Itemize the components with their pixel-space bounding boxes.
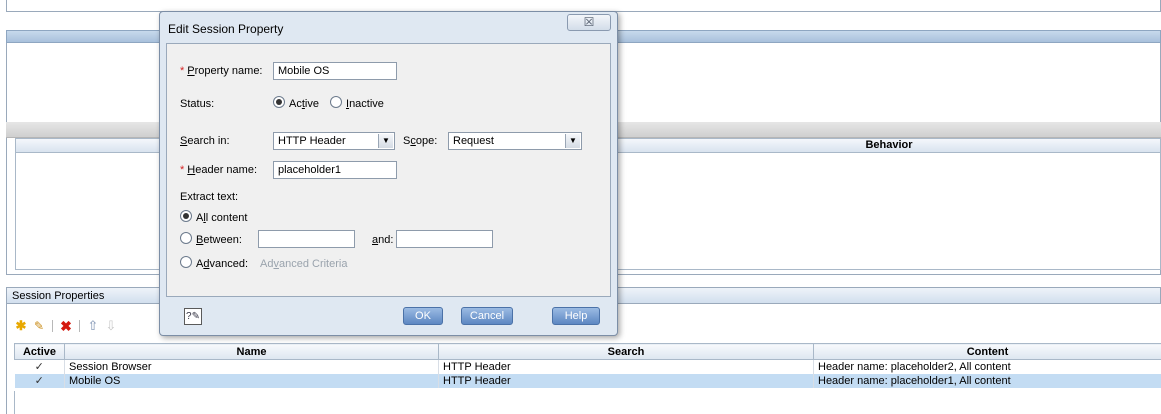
search-in-select[interactable]: HTTP Header ▼	[273, 132, 395, 150]
status-active-radio[interactable]	[273, 96, 285, 108]
chevron-down-icon[interactable]: ▼	[378, 134, 393, 148]
dialog-footer: ?✎ OK Cancel Help	[166, 298, 611, 332]
cancel-button[interactable]: Cancel	[461, 307, 513, 325]
session-properties-table: Active Name Search Content ✓ Session Bro…	[14, 343, 1161, 388]
dialog-title: Edit Session Property	[168, 22, 284, 36]
status-active-label[interactable]: Active	[289, 97, 319, 111]
dialog-form: * Property name: Mobile OS Status: Active…	[166, 43, 611, 297]
required-asterisk: *	[180, 65, 185, 77]
help-document-icon[interactable]: ?✎	[184, 308, 202, 325]
between-from-input[interactable]	[258, 230, 355, 248]
table-header-row: Active Name Search Content	[14, 343, 1161, 360]
row-name: Mobile OS	[64, 373, 439, 388]
search-in-value: HTTP Header	[278, 135, 346, 147]
all-content-radio[interactable]	[180, 210, 192, 222]
session-properties-left-border	[6, 304, 7, 414]
ok-button[interactable]: OK	[403, 307, 443, 325]
edit-session-property-dialog: Edit Session Property ☒ * Property name: …	[159, 11, 618, 336]
required-asterisk: *	[180, 164, 185, 176]
status-inactive-label[interactable]: Inactive	[346, 97, 384, 111]
all-content-label[interactable]: All content	[196, 211, 247, 225]
row-name: Session Browser	[64, 359, 439, 374]
column-header-name[interactable]: Name	[64, 343, 439, 360]
behavior-column-header[interactable]: Behavior	[618, 139, 1160, 152]
search-in-label: Search in:	[180, 135, 230, 147]
row-search: HTTP Header	[438, 359, 814, 374]
close-icon[interactable]: ☒	[567, 14, 611, 31]
scope-value: Request	[453, 135, 494, 147]
property-name-label: * Property name:	[180, 65, 263, 77]
pencil-icon[interactable]: ✎	[32, 319, 46, 333]
red-x-icon[interactable]: ✖	[59, 319, 73, 333]
extract-text-label: Extract text:	[180, 191, 239, 203]
property-name-input[interactable]: Mobile OS	[273, 62, 397, 80]
chevron-down-icon[interactable]: ▼	[565, 134, 580, 148]
active-check-icon[interactable]: ✓	[14, 373, 65, 388]
header-name-label: * Header name:	[180, 164, 257, 176]
advanced-radio[interactable]	[180, 256, 192, 268]
status-label: Status:	[180, 98, 215, 110]
advanced-label[interactable]: Advanced:	[196, 257, 248, 271]
between-to-input[interactable]	[396, 230, 493, 248]
session-properties-toolbar: ✱ ✎ ✖ ⇧ ⇩	[14, 318, 118, 334]
toolbar-separator	[52, 320, 53, 332]
between-label[interactable]: Between:	[196, 233, 242, 247]
column-header-search[interactable]: Search	[438, 343, 814, 360]
row-content: Header name: placeholder1, All content	[813, 373, 1161, 388]
column-header-content[interactable]: Content	[813, 343, 1161, 360]
session-properties-title: Session Properties	[12, 290, 105, 302]
header-name-input[interactable]: placeholder1	[273, 161, 397, 179]
toolbar-separator	[79, 320, 80, 332]
arrow-down-icon: ⇩	[105, 318, 117, 333]
table-row-selected[interactable]: ✓ Mobile OS HTTP Header Header name: pla…	[14, 373, 1161, 388]
help-button[interactable]: Help	[552, 307, 600, 325]
row-search: HTTP Header	[438, 373, 814, 388]
table-empty-area	[14, 391, 1161, 414]
between-radio[interactable]	[180, 232, 192, 244]
row-content: Header name: placeholder2, All content	[813, 359, 1161, 374]
active-check-icon[interactable]: ✓	[14, 359, 65, 374]
and-label: and:	[372, 234, 394, 246]
status-inactive-radio[interactable]	[330, 96, 342, 108]
add-star-icon[interactable]: ✱	[14, 319, 28, 333]
scope-select[interactable]: Request ▼	[448, 132, 582, 150]
scope-label: Scope:	[403, 135, 438, 147]
advanced-criteria-link[interactable]: Advanced Criteria	[260, 257, 347, 271]
arrow-up-icon[interactable]: ⇧	[86, 319, 100, 333]
column-header-active[interactable]: Active	[14, 343, 65, 360]
table-row[interactable]: ✓ Session Browser HTTP Header Header nam…	[14, 359, 1161, 374]
